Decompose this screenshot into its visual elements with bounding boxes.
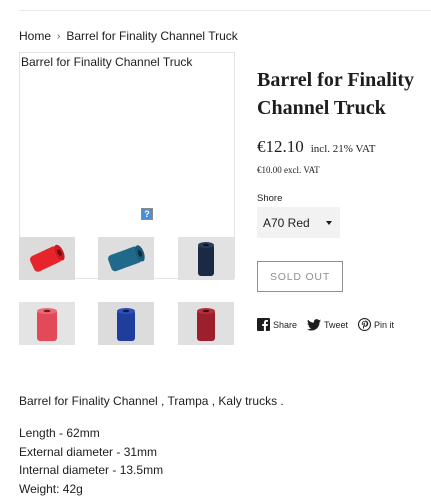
main-image-alt-text: Barrel for Finality Channel Truck <box>21 55 193 69</box>
price-row: €12.10 incl. 21% VAT <box>257 137 375 157</box>
product-title: Barrel for Finality Channel Truck <box>257 69 415 119</box>
product-description: Barrel for Finality Channel , Trampa , K… <box>19 394 284 408</box>
shore-select[interactable]: A70 Red <box>257 207 340 238</box>
pinterest-share-link[interactable]: Pin it <box>358 318 394 331</box>
blue-bushing-image <box>98 302 154 345</box>
price-excluding-vat: €10.00 excl. VAT <box>257 165 320 175</box>
sold-out-button[interactable]: Sold out <box>257 261 343 292</box>
social-share: Share Tweet Pin it <box>257 318 404 331</box>
twitter-share-label: Tweet <box>324 319 349 330</box>
chevron-down-icon <box>326 220 332 225</box>
thumbnail-maroon-bushing[interactable] <box>178 302 234 345</box>
breadcrumb-home-link[interactable]: Home <box>19 29 51 43</box>
broken-image-icon: ? <box>141 208 153 220</box>
breadcrumb-separator: › <box>57 30 61 42</box>
twitter-share-link[interactable]: Tweet <box>307 318 349 331</box>
thumbnail-pink-bushing[interactable] <box>19 302 75 345</box>
facebook-share-link[interactable]: Share <box>257 318 297 331</box>
breadcrumb-current: Barrel for Finality Channel Truck <box>66 29 238 43</box>
red-bushing-image <box>19 237 75 280</box>
spec-external-diameter: External diameter - 31mm <box>19 444 158 459</box>
vat-note: incl. 21% VAT <box>310 143 376 155</box>
shore-selected-value: A70 Red <box>263 215 310 230</box>
pinterest-share-label: Pin it <box>374 319 395 330</box>
thumbnail-navy-bushing[interactable] <box>178 237 234 280</box>
shore-label: Shore <box>257 193 283 204</box>
spec-weight: Weight: 42g <box>19 481 83 496</box>
navy-bushing-image <box>178 237 234 280</box>
facebook-icon <box>257 318 270 331</box>
twitter-icon <box>307 318 322 331</box>
pinterest-icon <box>358 318 372 331</box>
product-specs: Length - 62mm External diameter - 31mm I… <box>19 424 163 498</box>
breadcrumb: Home › Barrel for Finality Channel Truck <box>19 29 238 43</box>
teal-bushing-image <box>98 237 154 280</box>
thumbnail-blue-bushing[interactable] <box>98 302 154 345</box>
thumbnail-red-bushing[interactable] <box>19 237 75 280</box>
thumbnail-teal-bushing[interactable] <box>98 237 154 280</box>
facebook-share-label: Share <box>273 319 298 330</box>
spec-length: Length - 62mm <box>19 426 100 440</box>
spec-internal-diameter: Internal diameter - 13.5mm <box>19 463 164 477</box>
maroon-bushing-image <box>178 302 234 345</box>
header-divider <box>19 10 431 11</box>
product-price: €12.10 <box>257 137 304 156</box>
pink-bushing-image <box>19 302 75 345</box>
